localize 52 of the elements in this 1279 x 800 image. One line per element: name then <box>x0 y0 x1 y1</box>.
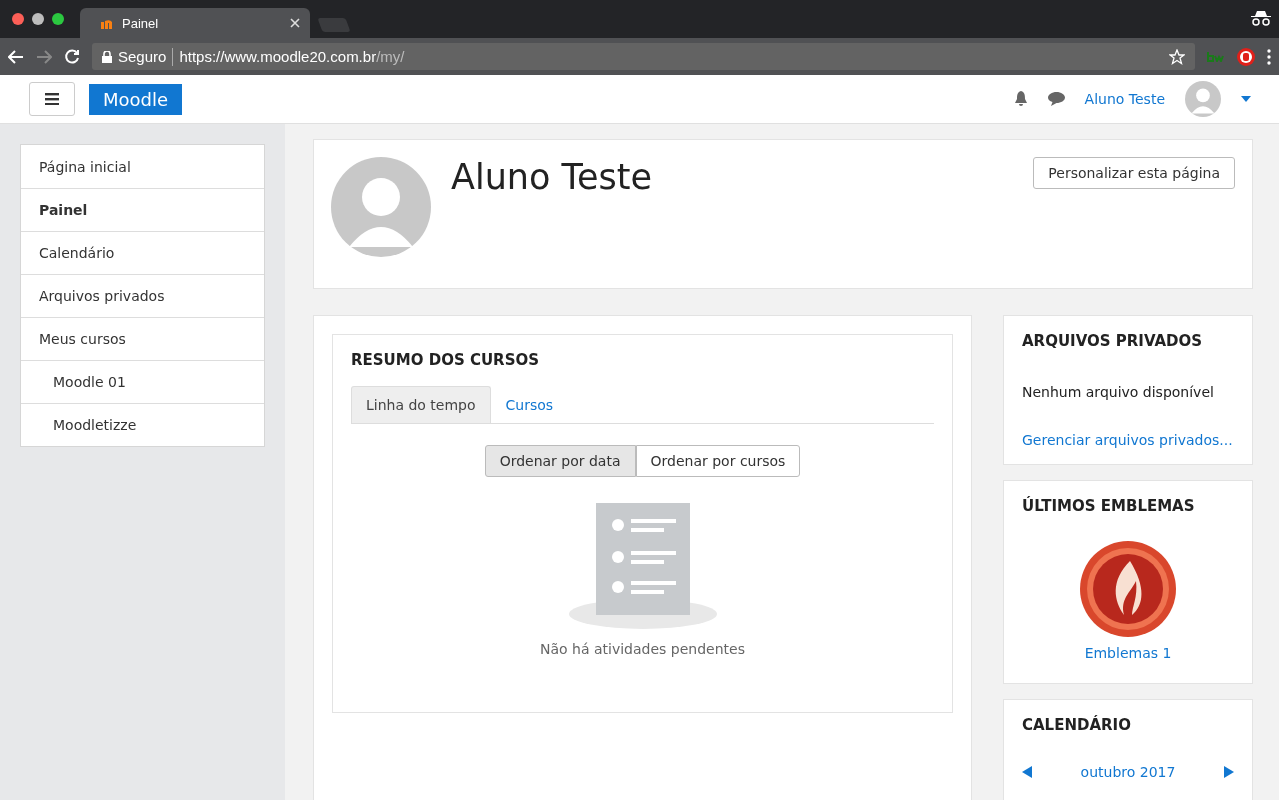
menu-icon <box>45 93 59 105</box>
profile-avatar-icon <box>331 157 431 257</box>
tab-title: Painel <box>122 15 160 31</box>
star-icon <box>1169 48 1185 65</box>
nav-item[interactable]: Moodletizze <box>21 403 264 446</box>
lock-icon <box>102 50 112 63</box>
extension-icon <box>1207 51 1225 62</box>
block-title: ÚLTIMOS EMBLEMAS <box>1022 497 1195 515</box>
block-title: CALENDÁRIO <box>1022 716 1131 734</box>
browser-tab[interactable]: Painel <box>80 8 310 38</box>
manage-files-link[interactable]: Gerenciar arquivos privados... <box>1022 432 1234 448</box>
more-icon <box>1267 48 1271 65</box>
close-icon <box>290 18 300 28</box>
empty-message: Não há atividades pendentes <box>540 641 745 657</box>
tab[interactable]: Linha do tempo <box>351 386 491 423</box>
close-window-icon[interactable] <box>12 13 24 25</box>
url-text: https://www.moodle20.com.br/my/ <box>179 48 406 65</box>
back-icon <box>8 49 24 64</box>
badge-link[interactable]: Emblemas 1 <box>1084 645 1172 661</box>
nav-item[interactable]: Página inicial <box>21 145 264 188</box>
reload-icon <box>64 48 80 65</box>
tab[interactable]: Cursos <box>490 386 569 423</box>
address-bar[interactable]: Seguro https://www.moodle20.com.br/my/ <box>92 43 1195 70</box>
forward-icon <box>36 49 52 64</box>
caret-icon <box>1241 96 1251 102</box>
chat-icon <box>1047 92 1065 106</box>
sort-button[interactable]: Ordenar por cursos <box>635 445 801 477</box>
nav-item[interactable]: Calendário <box>21 231 264 274</box>
sort-button[interactable]: Ordenar por data <box>484 445 636 477</box>
user-name-heading: Aluno Teste <box>451 157 654 199</box>
bell-icon <box>1013 91 1028 107</box>
nav-item[interactable]: Moodle 01 <box>21 360 264 403</box>
next-month-icon <box>1224 766 1234 778</box>
customize-page-button[interactable]: Personalizar esta página <box>1033 157 1235 189</box>
incognito-icon <box>1251 10 1271 26</box>
previous-month-icon <box>1022 766 1032 778</box>
user-name-link[interactable]: Aluno Teste <box>1084 91 1165 107</box>
flame-badge-icon[interactable] <box>1080 541 1176 637</box>
user-avatar-icon <box>1185 81 1221 117</box>
menu-button[interactable] <box>29 82 75 116</box>
empty-message: Nenhum arquivo disponível <box>1022 384 1215 400</box>
minimize-window-icon[interactable] <box>32 13 44 25</box>
block-title: RESUMO DOS CURSOS <box>351 351 539 369</box>
nav-item[interactable]: Meus cursos <box>21 317 264 360</box>
stop-hand-icon <box>1237 47 1255 66</box>
month-link[interactable]: outubro 2017 <box>1080 764 1176 780</box>
block-title: ARQUIVOS PRIVADOS <box>1022 332 1203 350</box>
secure-label: Seguro <box>118 48 167 65</box>
nav-item[interactable]: Arquivos privados <box>21 274 264 317</box>
maximize-window-icon[interactable] <box>52 13 64 25</box>
nav-item[interactable]: Painel <box>21 188 264 231</box>
brand-logo[interactable]: Moodle <box>89 83 183 115</box>
